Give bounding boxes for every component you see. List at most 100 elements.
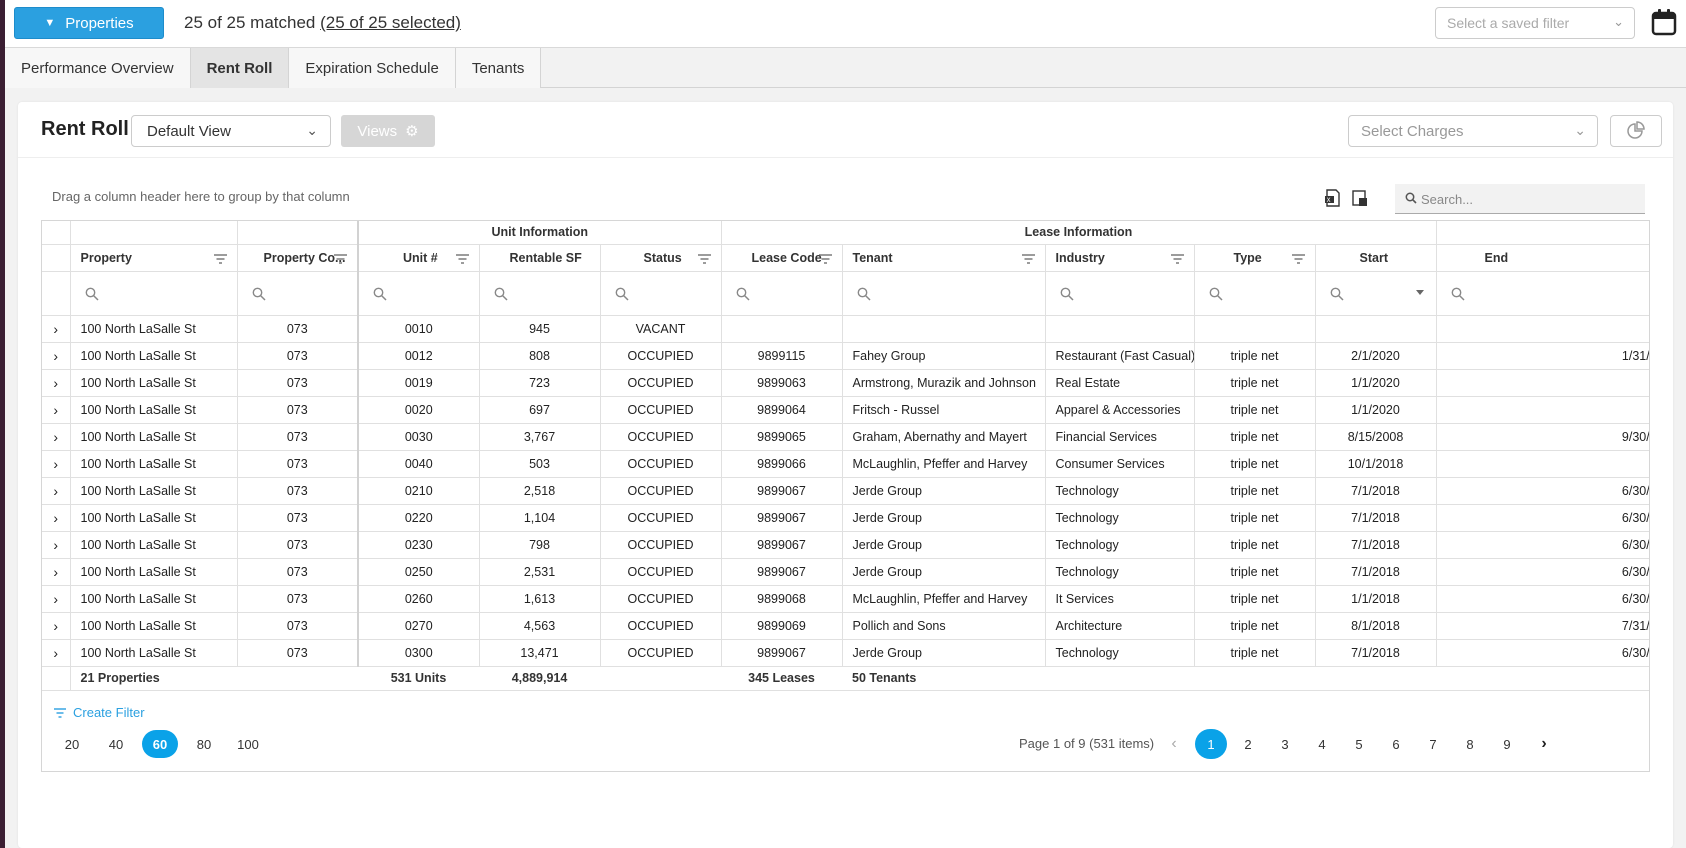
column-filter-icon[interactable]	[1291, 253, 1305, 264]
chart-button[interactable]	[1610, 115, 1662, 147]
views-button[interactable]: Views ⚙	[341, 115, 435, 147]
table-row[interactable]: › 100 North LaSalle St 073 0230 798 OCCUPIED 9…	[42, 531, 1649, 559]
table-row[interactable]: › 100 North LaSalle St 073 0260 1,613 OCCUPIE…	[42, 585, 1649, 613]
column-header-rentable-sf[interactable]: Rentable SF	[479, 244, 601, 272]
previous-page-icon[interactable]: ‹	[1158, 729, 1190, 759]
page-button-8[interactable]: 8	[1454, 729, 1486, 759]
table-row[interactable]: › 100 North LaSalle St 073 0010 945 VACANT	[42, 315, 1649, 343]
filter-cell-end[interactable]	[1436, 271, 1649, 316]
cell-tenant	[842, 315, 1046, 343]
create-filter-button[interactable]: Create Filter	[54, 705, 145, 720]
cell-property-co: 073	[237, 585, 359, 613]
column-header-status[interactable]: Status	[600, 244, 722, 272]
page-button-5[interactable]: 5	[1343, 729, 1375, 759]
column-header-end[interactable]: End	[1436, 244, 1649, 272]
page-button-9[interactable]: 9	[1491, 729, 1523, 759]
filter-cell-property[interactable]	[70, 271, 238, 316]
cell-property-co: 073	[237, 612, 359, 640]
cell-lease-code: 9899064	[721, 396, 843, 424]
column-header-label: Start	[1359, 250, 1388, 265]
cell-start: 7/1/2018	[1315, 477, 1437, 505]
page-button-2[interactable]: 2	[1232, 729, 1264, 759]
column-filter-icon[interactable]	[697, 253, 711, 264]
filter-cell-rentable-sf[interactable]	[479, 271, 601, 316]
table-row[interactable]: › 100 North LaSalle St 073 0030 3,767 OCCUPIE…	[42, 423, 1649, 451]
column-filter-icon[interactable]	[334, 253, 347, 264]
document-export-icon[interactable]	[1351, 189, 1369, 207]
filter-cell-lease-code[interactable]	[721, 271, 843, 316]
column-header-property[interactable]: Property	[70, 244, 238, 272]
column-header-tenant[interactable]: Tenant	[842, 244, 1046, 272]
cell-tenant: Jerde Group	[842, 504, 1046, 532]
expand-row-chevron-icon[interactable]: ›	[42, 423, 71, 451]
saved-filter-select[interactable]: Select a saved filter ⌄	[1435, 7, 1635, 39]
filter-cell-industry[interactable]	[1045, 271, 1195, 316]
page-size-80[interactable]: 80	[186, 730, 222, 758]
column-header-industry[interactable]: Industry	[1045, 244, 1195, 272]
tab-tenants[interactable]: Tenants	[455, 48, 542, 88]
expand-row-chevron-icon[interactable]: ›	[42, 504, 71, 532]
tab-expiration-schedule[interactable]: Expiration Schedule	[289, 48, 456, 88]
column-header-type[interactable]: Type	[1194, 244, 1316, 272]
properties-button[interactable]: ▼ Properties	[14, 7, 164, 39]
expand-row-chevron-icon[interactable]: ›	[42, 450, 71, 478]
next-page-icon[interactable]: ›	[1528, 729, 1560, 759]
filter-cell-type[interactable]	[1194, 271, 1316, 316]
column-header-lease-code[interactable]: Lease Code	[721, 244, 843, 272]
expand-row-chevron-icon[interactable]: ›	[42, 477, 71, 505]
view-select[interactable]: Default View ⌄	[131, 115, 331, 147]
table-row[interactable]: › 100 North LaSalle St 073 0210 2,518 OCCUPIE…	[42, 477, 1649, 505]
column-filter-icon[interactable]	[455, 253, 469, 264]
expand-row-chevron-icon[interactable]: ›	[42, 558, 71, 586]
table-row[interactable]: › 100 North LaSalle St 073 0220 1,104 OCCUPIE…	[42, 504, 1649, 532]
column-filter-icon[interactable]	[1170, 253, 1184, 264]
grid-search-input[interactable]: Search...	[1395, 184, 1645, 214]
expand-row-chevron-icon[interactable]: ›	[42, 315, 71, 343]
page-button-3[interactable]: 3	[1269, 729, 1301, 759]
filter-cell-tenant[interactable]	[842, 271, 1046, 316]
page-size-100[interactable]: 100	[230, 730, 266, 758]
tab-rent-roll[interactable]: Rent Roll	[190, 48, 290, 88]
column-header-property-co[interactable]: Property Co...	[237, 244, 359, 272]
table-row[interactable]: › 100 North LaSalle St 073 0019 723 OCCUPIED 9…	[42, 369, 1649, 397]
page-size-60[interactable]: 60	[142, 730, 178, 758]
page-button-4[interactable]: 4	[1306, 729, 1338, 759]
expand-row-chevron-icon[interactable]: ›	[42, 369, 71, 397]
table-row[interactable]: › 100 North LaSalle St 073 0040 503 OCCUPIED 9…	[42, 450, 1649, 478]
filter-cell-property-co[interactable]	[237, 271, 359, 316]
dropdown-arrow-icon[interactable]	[1415, 289, 1424, 295]
table-row[interactable]: › 100 North LaSalle St 073 0020 697 OCCUPIED 9…	[42, 396, 1649, 424]
cell-status: OCCUPIED	[600, 423, 722, 451]
table-row[interactable]: › 100 North LaSalle St 073 0270 4,563 OCCUPIE…	[42, 612, 1649, 640]
column-filter-icon[interactable]	[213, 253, 227, 264]
table-row[interactable]: › 100 North LaSalle St 073 0250 2,531 OCCUPIE…	[42, 558, 1649, 586]
expand-row-chevron-icon[interactable]: ›	[42, 531, 71, 559]
cell-end	[1436, 369, 1649, 397]
column-header-label: Unit #	[403, 250, 438, 265]
excel-export-icon[interactable]: X	[1324, 189, 1342, 207]
filter-cell-unit[interactable]	[358, 271, 480, 316]
selected-count-link[interactable]: (25 of 25 selected)	[320, 13, 461, 32]
tab-performance-overview[interactable]: Performance Overview	[5, 48, 191, 88]
table-row[interactable]: › 100 North LaSalle St 073 0300 13,471 OCCUPI…	[42, 639, 1649, 667]
page-button-6[interactable]: 6	[1380, 729, 1412, 759]
column-filter-icon[interactable]	[818, 253, 832, 264]
calendar-icon[interactable]	[1651, 8, 1677, 36]
expand-row-chevron-icon[interactable]: ›	[42, 585, 71, 613]
column-header-start[interactable]: Start	[1315, 244, 1437, 272]
page-size-20[interactable]: 20	[54, 730, 90, 758]
cell-end	[1436, 450, 1649, 478]
table-row[interactable]: › 100 North LaSalle St 073 0012 808 OCCUPIED 9…	[42, 342, 1649, 370]
expand-row-chevron-icon[interactable]: ›	[42, 612, 71, 640]
charges-select[interactable]: Select Charges ⌄	[1348, 115, 1598, 147]
column-filter-icon[interactable]	[1021, 253, 1035, 264]
expand-row-chevron-icon[interactable]: ›	[42, 396, 71, 424]
expand-row-chevron-icon[interactable]: ›	[42, 639, 71, 667]
column-header-unit[interactable]: Unit #	[358, 244, 480, 272]
filter-cell-start[interactable]	[1315, 271, 1437, 316]
page-size-40[interactable]: 40	[98, 730, 134, 758]
page-button-1[interactable]: 1	[1195, 729, 1227, 759]
expand-row-chevron-icon[interactable]: ›	[42, 342, 71, 370]
filter-cell-status[interactable]	[600, 271, 722, 316]
page-button-7[interactable]: 7	[1417, 729, 1449, 759]
